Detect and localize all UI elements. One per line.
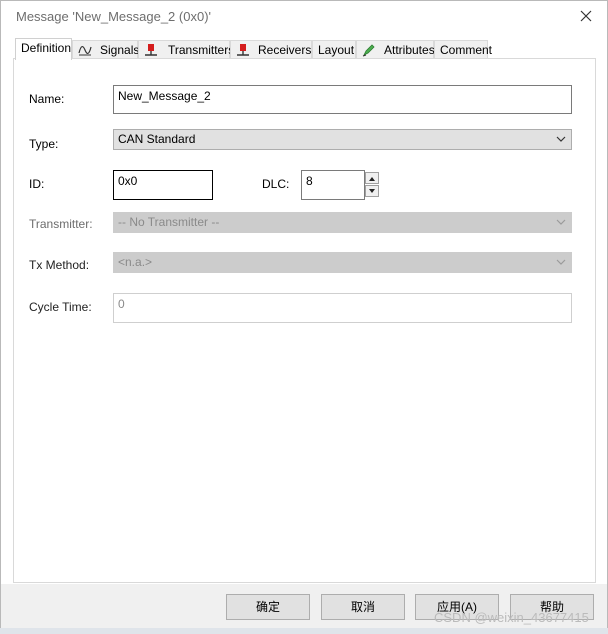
arrow-down-icon [369,189,375,193]
dlc-input[interactable]: 8 [301,170,365,200]
id-input[interactable]: 0x0 [113,170,213,200]
tab-signals-label: Signals [100,43,140,57]
id-label: ID: [29,177,45,191]
dlc-increment-button[interactable] [365,172,379,184]
pencil-icon [362,44,375,57]
dlc-decrement-button[interactable] [365,185,379,197]
signal-wave-icon [78,46,92,56]
close-icon [580,10,592,22]
tab-transmitters-label: Transmitters [168,43,235,57]
transmitter-label: Transmitter: [29,217,93,231]
tab-definition-label: Definition [21,41,72,55]
chevron-down-icon [556,219,566,225]
tab-comment-label: Comment [440,43,493,57]
receiver-node-icon [237,44,249,56]
transmitter-select-value: -- No Transmitter -- [118,215,220,229]
tab-attributes[interactable]: Attributes [356,40,435,58]
dlc-spinner[interactable] [365,172,379,198]
tab-comment[interactable]: Comment [434,40,492,58]
close-button[interactable] [571,3,601,29]
tab-strip: Definition Signals Transmitters Receiver… [15,38,595,60]
ok-button[interactable]: 确定 [226,594,310,620]
chevron-down-icon [556,259,566,265]
cancel-button[interactable]: 取消 [321,594,405,620]
title-bar[interactable]: Message 'New_Message_2 (0x0)' [1,1,607,33]
message-dialog: Message 'New_Message_2 (0x0)' Definition… [0,0,608,630]
tx-method-select-value: <n.a.> [118,255,153,269]
tab-layout-label: Layout [318,43,355,57]
dlc-label: DLC: [262,177,290,191]
window-title: Message 'New_Message_2 (0x0)' [16,9,211,24]
tab-receivers-label: Receivers [258,43,312,57]
desktop-strip [0,628,608,634]
tx-method-label: Tx Method: [29,258,90,272]
name-label: Name: [29,92,65,106]
tab-attributes-label: Attributes [384,43,435,57]
tab-layout[interactable]: Layout [312,40,356,58]
type-select-value: CAN Standard [118,132,196,146]
type-label: Type: [29,137,59,151]
type-select[interactable]: CAN Standard [113,129,572,150]
transmitter-select: -- No Transmitter -- [113,212,572,233]
cycle-time-input: 0 [113,293,572,323]
chevron-down-icon [556,136,566,142]
tab-receivers[interactable]: Receivers [230,40,312,58]
transmitter-node-icon [145,44,157,56]
tx-method-select: <n.a.> [113,252,572,273]
tab-transmitters[interactable]: Transmitters [138,40,234,58]
cycle-time-label: Cycle Time: [29,300,92,314]
tab-signals[interactable]: Signals [72,40,140,58]
arrow-up-icon [369,177,375,181]
name-input[interactable]: New_Message_2 [113,85,572,114]
tab-definition[interactable]: Definition [15,38,72,60]
csdn-watermark: CSDN @weixin_43677415 [434,610,589,625]
